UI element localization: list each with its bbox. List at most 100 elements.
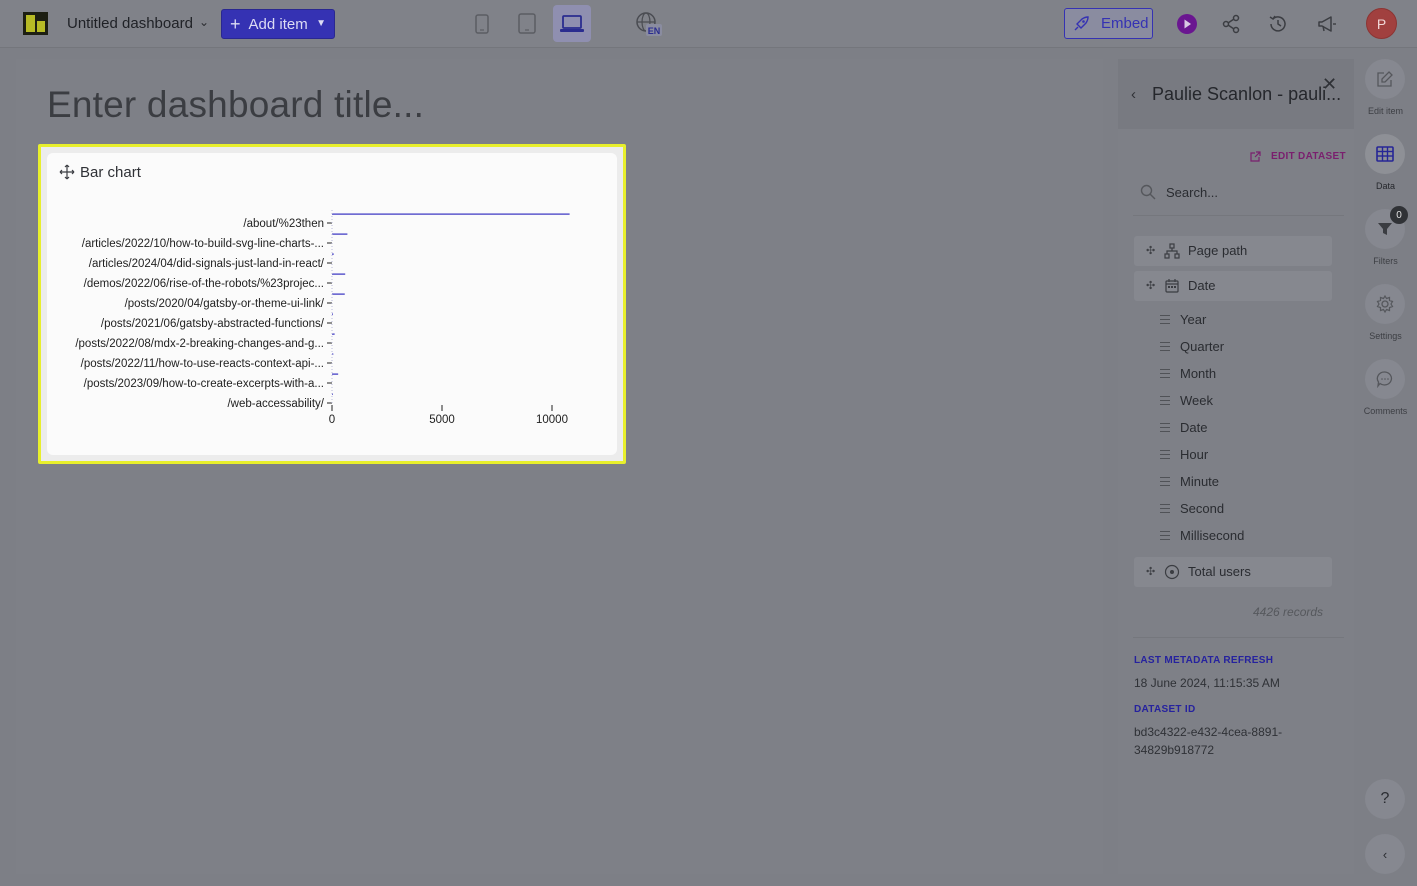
chart-y-labels: /about/%23then/articles/2022/10/how-to-b… [75,218,324,410]
field-total-users[interactable]: ✣ Total users [1134,557,1332,587]
date-part-quarter[interactable]: Quarter [1160,336,1224,356]
data-tab-button[interactable] [1365,134,1405,174]
field-label: Page path [1188,243,1248,258]
list-bars-icon [1160,530,1170,540]
search-underline [1133,215,1344,216]
field-page-path[interactable]: ✣ Page path [1134,236,1332,266]
date-part-second[interactable]: Second [1160,498,1224,518]
chart-bar[interactable] [332,213,570,215]
chart-x-axis: 0 5000 10000 [327,210,568,426]
chart-category-label: /posts/2023/09/how-to-create-excerpts-wi… [84,378,324,390]
list-bars-icon [1160,341,1170,351]
play-preview-icon[interactable] [1177,14,1197,34]
drag-handle-icon[interactable]: ✣ [1146,279,1155,292]
settings-tab-label: Settings [1369,331,1402,341]
date-part-month[interactable]: Month [1160,363,1216,383]
list-bars-icon [1160,395,1170,405]
field-label: Total users [1188,564,1251,579]
help-button[interactable]: ? [1365,779,1405,819]
date-part-millisecond[interactable]: Millisecond [1160,525,1244,545]
records-count: 4426 records [1253,605,1324,619]
list-bars-icon [1160,422,1170,432]
field-label: Date [1188,278,1216,293]
tablet-view-button[interactable] [508,5,546,42]
laptop-icon [560,14,584,32]
chart-x-tick-label: 5000 [429,414,455,426]
dataset-title: Paulie Scanlon - pauli... [1152,84,1342,104]
app-logo-icon[interactable] [23,12,48,35]
chart-category-label: /demos/2022/06/rise-of-the-robots/%23pro… [84,278,324,290]
chart-bar[interactable] [332,273,346,275]
date-part-minute[interactable]: Minute [1160,471,1219,491]
filters-count-badge: 0 [1390,206,1408,224]
number-icon [1164,564,1180,580]
gear-icon [1376,295,1394,313]
plus-icon: + [230,14,241,34]
drag-handle-icon[interactable]: ✣ [1146,244,1155,257]
add-item-label: Add item [248,15,308,33]
date-part-label: Minute [1180,473,1220,489]
date-part-label: Year [1180,311,1207,327]
globe-icon: EN [636,12,662,36]
chart-category-label: /about/%23then [243,218,324,230]
list-bars-icon [1160,368,1170,378]
dashboard-menu-chevron-icon[interactable]: ⌄ [199,15,209,29]
date-part-label: Month [1180,365,1217,381]
chart-category-label: /articles/2024/04/did-signals-just-land-… [89,258,325,270]
chart-x-tick-label: 10000 [536,414,568,426]
desktop-view-button[interactable] [553,5,591,42]
filters-tab-label: Filters [1373,256,1398,266]
date-part-label: Millisecond [1180,527,1245,543]
drag-handle-icon[interactable]: ✣ [1146,565,1155,578]
field-search-input[interactable] [1166,182,1336,202]
chart-bar[interactable] [332,293,345,295]
edit-dataset-link[interactable]: EDIT DATASET [1271,151,1346,162]
announcement-icon[interactable] [1317,14,1337,34]
date-part-label: Hour [1180,446,1209,462]
chart-category-label: /posts/2020/04/gatsby-or-theme-ui-link/ [125,298,325,310]
chart-bar[interactable] [332,313,333,315]
date-part-year[interactable]: Year [1160,309,1206,329]
external-link-icon[interactable] [1250,151,1261,162]
last-refresh-value: 18 June 2024, 11:15:35 AM [1134,676,1280,690]
table-icon [1376,146,1394,162]
close-icon[interactable]: ✕ [1322,74,1337,95]
date-part-date[interactable]: Date [1160,417,1207,437]
date-part-label: Date [1180,419,1208,435]
dashboard-title-input[interactable]: Enter dashboard title... [47,84,424,126]
field-date[interactable]: ✣ Date [1134,271,1332,301]
chart-bar[interactable] [332,253,334,255]
edit-item-button[interactable] [1365,59,1405,99]
chart-bar[interactable] [332,373,339,375]
hierarchy-icon [1164,243,1180,259]
chart-bar[interactable] [332,233,348,235]
dataset-id-label: DATASET ID [1134,704,1196,715]
list-bars-icon [1160,449,1170,459]
language-button[interactable]: EN [636,12,662,36]
add-item-button[interactable]: + Add item ▼ [221,9,335,39]
date-part-week[interactable]: Week [1160,390,1213,410]
chart-category-label: /posts/2021/06/gatsby-abstracted-functio… [101,318,325,330]
comment-icon [1376,371,1393,388]
chevron-left-icon: ‹ [1382,846,1388,862]
back-chevron-icon[interactable]: ‹ [1131,86,1136,103]
embed-button[interactable]: Embed [1064,8,1153,39]
collapse-panel-button[interactable]: ‹ [1365,834,1405,874]
user-avatar[interactable]: P [1366,8,1397,39]
history-icon[interactable] [1268,14,1288,34]
settings-tab-button[interactable] [1365,284,1405,324]
date-part-hour[interactable]: Hour [1160,444,1208,464]
comments-tab-label: Comments [1363,406,1408,416]
drag-move-icon[interactable] [59,164,75,180]
dashboard-name[interactable]: Untitled dashboard [67,15,193,32]
comments-tab-button[interactable] [1365,359,1405,399]
data-tab-label: Data [1375,181,1395,191]
date-part-label: Quarter [1180,338,1225,354]
calendar-icon [1165,279,1179,293]
last-refresh-label: LAST METADATA REFRESH [1134,655,1274,666]
list-bars-icon [1160,503,1170,513]
mobile-view-button[interactable] [463,5,501,42]
filter-icon [1378,223,1392,235]
divider [1133,637,1344,638]
share-icon[interactable] [1221,14,1241,34]
